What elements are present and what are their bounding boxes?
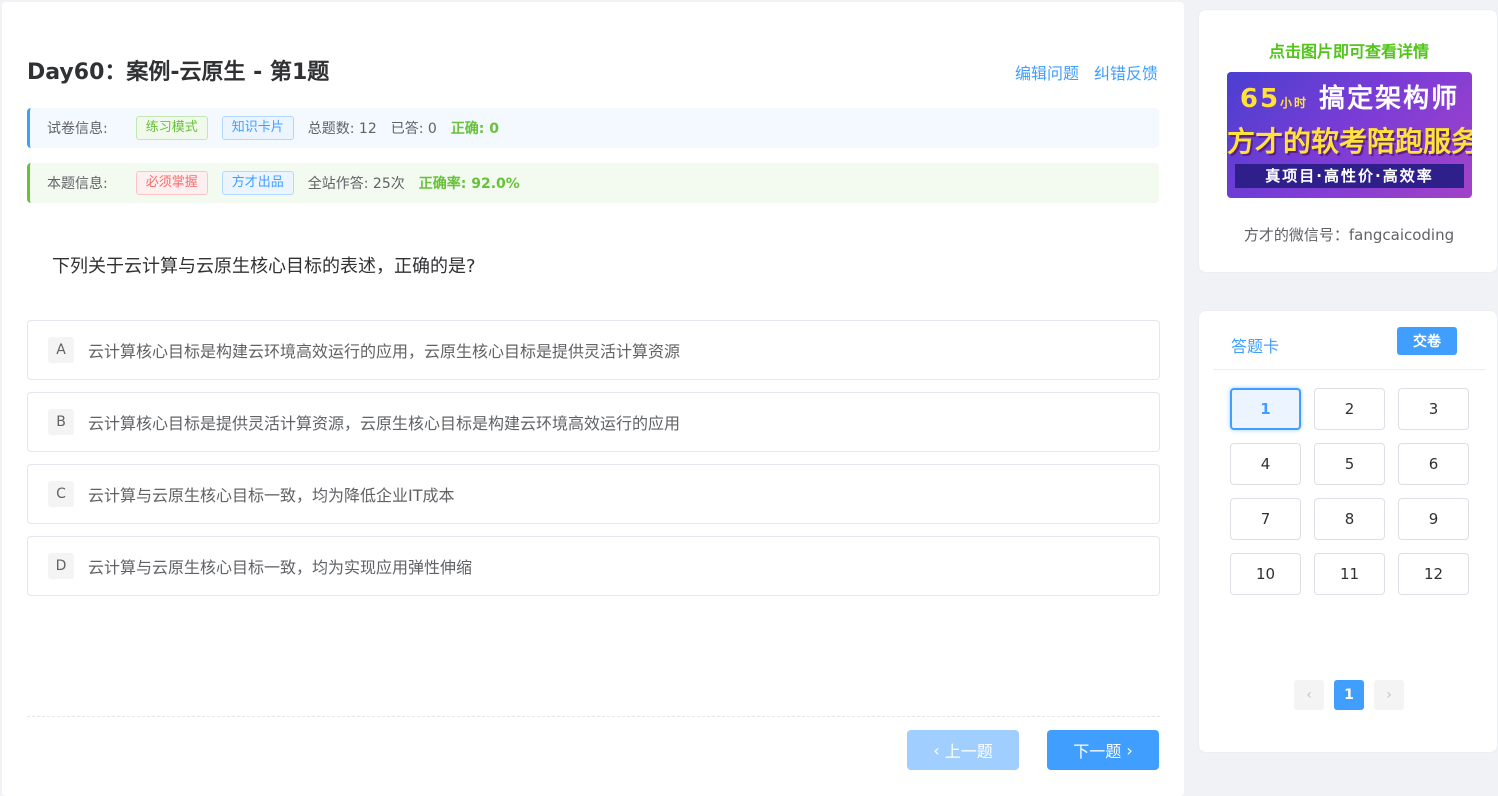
- footer-divider: [27, 716, 1160, 717]
- paper-info-label: 试卷信息:: [47, 121, 108, 137]
- page-number[interactable]: 1: [1334, 680, 1364, 710]
- site-attempts: 全站作答: 25次: [307, 176, 405, 192]
- ad-banner-line2: 方才的软考陪跑服务: [1227, 125, 1472, 158]
- chevron-left-icon[interactable]: ‹: [1294, 680, 1324, 710]
- answer-cell-5[interactable]: 5: [1314, 443, 1385, 485]
- option-letter: D: [48, 553, 74, 579]
- next-label: 下一题: [1073, 742, 1122, 761]
- chevron-right-icon[interactable]: ›: [1374, 680, 1404, 710]
- answer-card-title: 答题卡: [1231, 337, 1280, 356]
- option-b[interactable]: B 云计算核心目标是提供灵活计算资源，云原生核心目标是构建云环境高效运行的应用: [27, 392, 1160, 452]
- correct-count: 正确: 0: [450, 121, 500, 137]
- submit-paper-button[interactable]: 交卷: [1397, 327, 1457, 355]
- accuracy-rate: 正确率: 92.0%: [418, 176, 520, 192]
- question-text: 下列关于云计算与云原生核心目标的表述，正确的是?: [52, 256, 476, 277]
- ad-banner[interactable]: 65小时 搞定架构师 方才的软考陪跑服务 真项目·高性价·高效率: [1227, 72, 1472, 198]
- option-d[interactable]: D 云计算与云原生核心目标一致，均为实现应用弹性伸缩: [27, 536, 1160, 596]
- answer-cell-11[interactable]: 11: [1314, 553, 1385, 595]
- answer-cell-1[interactable]: 1: [1230, 388, 1301, 430]
- option-letter: B: [48, 409, 74, 435]
- option-text: 云计算与云原生核心目标一致，均为实现应用弹性伸缩: [88, 558, 473, 577]
- ad-banner-line1: 65小时 搞定架构师: [1239, 84, 1460, 114]
- page-title: Day60：案例-云原生 - 第1题: [27, 60, 330, 85]
- feedback-link[interactable]: 纠错反馈: [1094, 60, 1158, 84]
- answer-grid: 1 2 3 4 5 6 7 8 9 10 11 12: [1230, 388, 1469, 595]
- option-a[interactable]: A 云计算核心目标是构建云环境高效运行的应用，云原生核心目标是提供灵活计算资源: [27, 320, 1160, 380]
- answer-cell-4[interactable]: 4: [1230, 443, 1301, 485]
- answer-cell-9[interactable]: 9: [1398, 498, 1469, 540]
- prev-label: 上一题: [944, 742, 993, 761]
- question-info-bar: 本题信息: 必须掌握 方才出品 全站作答: 25次 正确率: 92.0%: [27, 163, 1159, 203]
- top-links: 编辑问题 纠错反馈: [1015, 60, 1158, 84]
- chevron-left-icon: ‹: [933, 740, 940, 760]
- answer-cell-2[interactable]: 2: [1314, 388, 1385, 430]
- pagination: ‹ 1 ›: [1294, 680, 1404, 710]
- ad-banner-line3: 真项目·高性价·高效率: [1235, 164, 1464, 188]
- option-text: 云计算核心目标是构建云环境高效运行的应用，云原生核心目标是提供灵活计算资源: [88, 342, 681, 361]
- wechat-id: 方才的微信号：fangcaicoding: [1243, 226, 1455, 244]
- ad-title: 点击图片即可查看详情: [1268, 42, 1429, 61]
- answer-cell-8[interactable]: 8: [1314, 498, 1385, 540]
- card-divider: [1213, 369, 1485, 370]
- answer-cell-7[interactable]: 7: [1230, 498, 1301, 540]
- edit-question-link[interactable]: 编辑问题: [1015, 60, 1079, 84]
- next-question-button[interactable]: 下一题 ›: [1047, 730, 1159, 770]
- knowledge-card-tag[interactable]: 知识卡片: [221, 116, 294, 140]
- chevron-right-icon: ›: [1126, 740, 1133, 760]
- option-letter: C: [48, 481, 74, 507]
- question-info-label: 本题信息:: [47, 176, 108, 192]
- must-master-tag: 必须掌握: [135, 171, 208, 195]
- source-tag: 方才出品: [221, 171, 294, 195]
- total-count: 总题数: 12: [307, 121, 377, 137]
- option-text: 云计算核心目标是提供灵活计算资源，云原生核心目标是构建云环境高效运行的应用: [88, 414, 681, 433]
- paper-info-bar: 试卷信息: 练习模式 知识卡片 总题数: 12 已答: 0 正确: 0: [27, 108, 1159, 148]
- prev-question-button[interactable]: ‹ 上一题: [907, 730, 1019, 770]
- option-c[interactable]: C 云计算与云原生核心目标一致，均为降低企业IT成本: [27, 464, 1160, 524]
- answer-cell-6[interactable]: 6: [1398, 443, 1469, 485]
- answered-count: 已答: 0: [390, 121, 437, 137]
- ad-card: 点击图片即可查看详情 65小时 搞定架构师 方才的软考陪跑服务 真项目·高性价·…: [1198, 9, 1498, 273]
- answer-cell-3[interactable]: 3: [1398, 388, 1469, 430]
- question-panel: Day60：案例-云原生 - 第1题 编辑问题 纠错反馈 试卷信息: 练习模式 …: [2, 2, 1184, 796]
- option-letter: A: [48, 337, 74, 363]
- practice-mode-tag: 练习模式: [135, 116, 208, 140]
- answer-cell-12[interactable]: 12: [1398, 553, 1469, 595]
- answer-cell-10[interactable]: 10: [1230, 553, 1301, 595]
- option-text: 云计算与云原生核心目标一致，均为降低企业IT成本: [88, 486, 455, 505]
- answer-card-panel: 答题卡 交卷 1 2 3 4 5 6 7 8 9 10 11 12 ‹ 1 ›: [1198, 310, 1498, 753]
